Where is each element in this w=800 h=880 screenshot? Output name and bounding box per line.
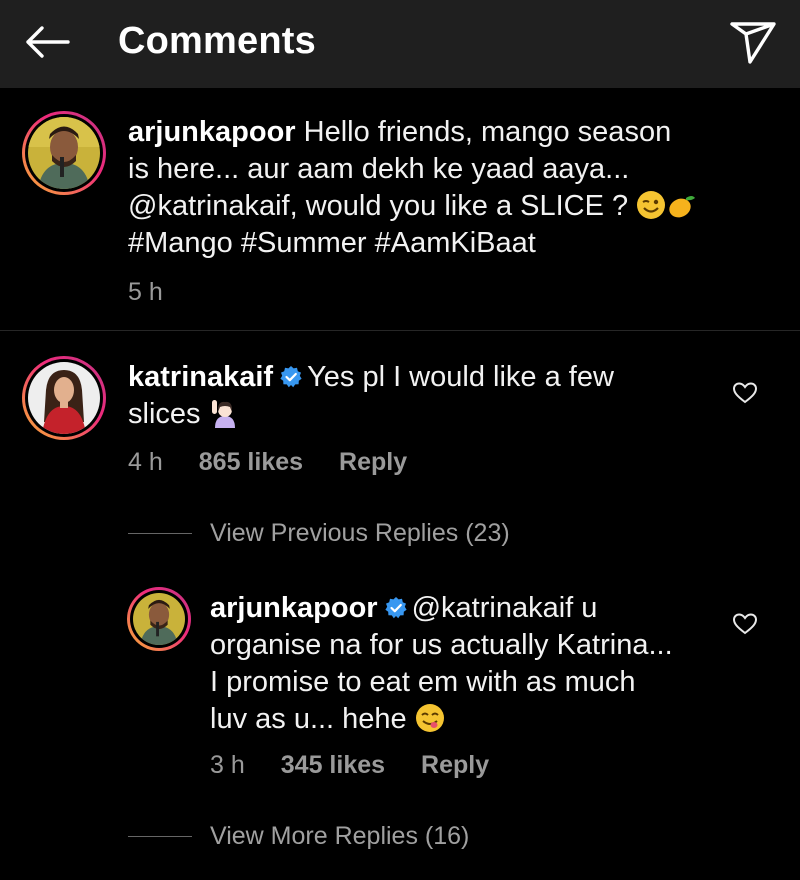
- page-title: Comments: [118, 20, 316, 62]
- reply-meta: 3 h 345 likes Reply: [210, 751, 525, 780]
- winking-face-icon: [637, 191, 666, 219]
- reply-likes[interactable]: 345 likes: [281, 751, 385, 779]
- reply-line-2: organise na for us actually Katrina...: [210, 629, 673, 661]
- caption-meta: 5 h: [128, 278, 199, 307]
- reply-line-3: I promise to eat em with as much: [210, 666, 636, 698]
- avatar-arjunkapoor[interactable]: [22, 111, 106, 195]
- caption-line-4: #Mango #Summer #AamKiBaat: [128, 227, 536, 259]
- caption-line-3: @katrinakaif, would you like a SLICE ?: [128, 190, 629, 222]
- reply-line-1: @katrinakaif u: [411, 592, 598, 624]
- view-previous-replies-link[interactable]: View Previous Replies (23): [210, 519, 510, 548]
- caption-username[interactable]: arjunkapoor: [128, 116, 296, 148]
- comment-line-1: Yes pl I would like a few: [307, 361, 614, 393]
- arrow-left-icon[interactable]: [22, 22, 72, 62]
- paper-plane-icon[interactable]: [728, 18, 778, 66]
- caption-time: 5 h: [128, 278, 163, 306]
- avatar-arjunkapoor-reply[interactable]: [127, 587, 191, 651]
- comment-meta: 4 h 865 likes Reply: [128, 448, 443, 477]
- caption-line-1: Hello friends, mango season: [303, 116, 672, 148]
- view-previous-divider: [128, 533, 192, 534]
- person-raising-hand-icon: [211, 400, 235, 428]
- reply-text: arjunkapoor @katrinakaif u organise na f…: [210, 590, 740, 738]
- mango-icon: [669, 196, 696, 218]
- face-savoring-food-icon: [415, 704, 444, 732]
- comment-reply-button[interactable]: Reply: [339, 448, 407, 476]
- reply-reply-button[interactable]: Reply: [421, 751, 489, 779]
- reply-time: 3 h: [210, 751, 245, 779]
- reply-username[interactable]: arjunkapoor: [210, 592, 378, 624]
- verified-badge-icon: [280, 366, 302, 388]
- comment-time: 4 h: [128, 448, 163, 476]
- caption-line-2: is here... aur aam dekh ke yaad aaya...: [128, 153, 630, 185]
- comment-line-2: slices: [128, 398, 201, 430]
- caption-divider: [0, 330, 800, 331]
- view-more-replies-link[interactable]: View More Replies (16): [210, 822, 469, 851]
- caption-text: arjunkapoor Hello friends, mango season …: [128, 114, 768, 262]
- comment-text: katrinakaif Yes pl I would like a few sl…: [128, 359, 728, 433]
- view-more-divider: [128, 836, 192, 837]
- comment-username[interactable]: katrinakaif: [128, 361, 273, 393]
- avatar-katrinakaif[interactable]: [22, 356, 106, 440]
- like-heart-icon[interactable]: [732, 381, 758, 405]
- comment-likes[interactable]: 865 likes: [199, 448, 303, 476]
- verified-badge-icon: [384, 597, 407, 619]
- like-heart-icon[interactable]: [732, 612, 758, 636]
- reply-line-4: luv as u... hehe: [210, 703, 407, 735]
- app-header: Comments: [0, 0, 800, 88]
